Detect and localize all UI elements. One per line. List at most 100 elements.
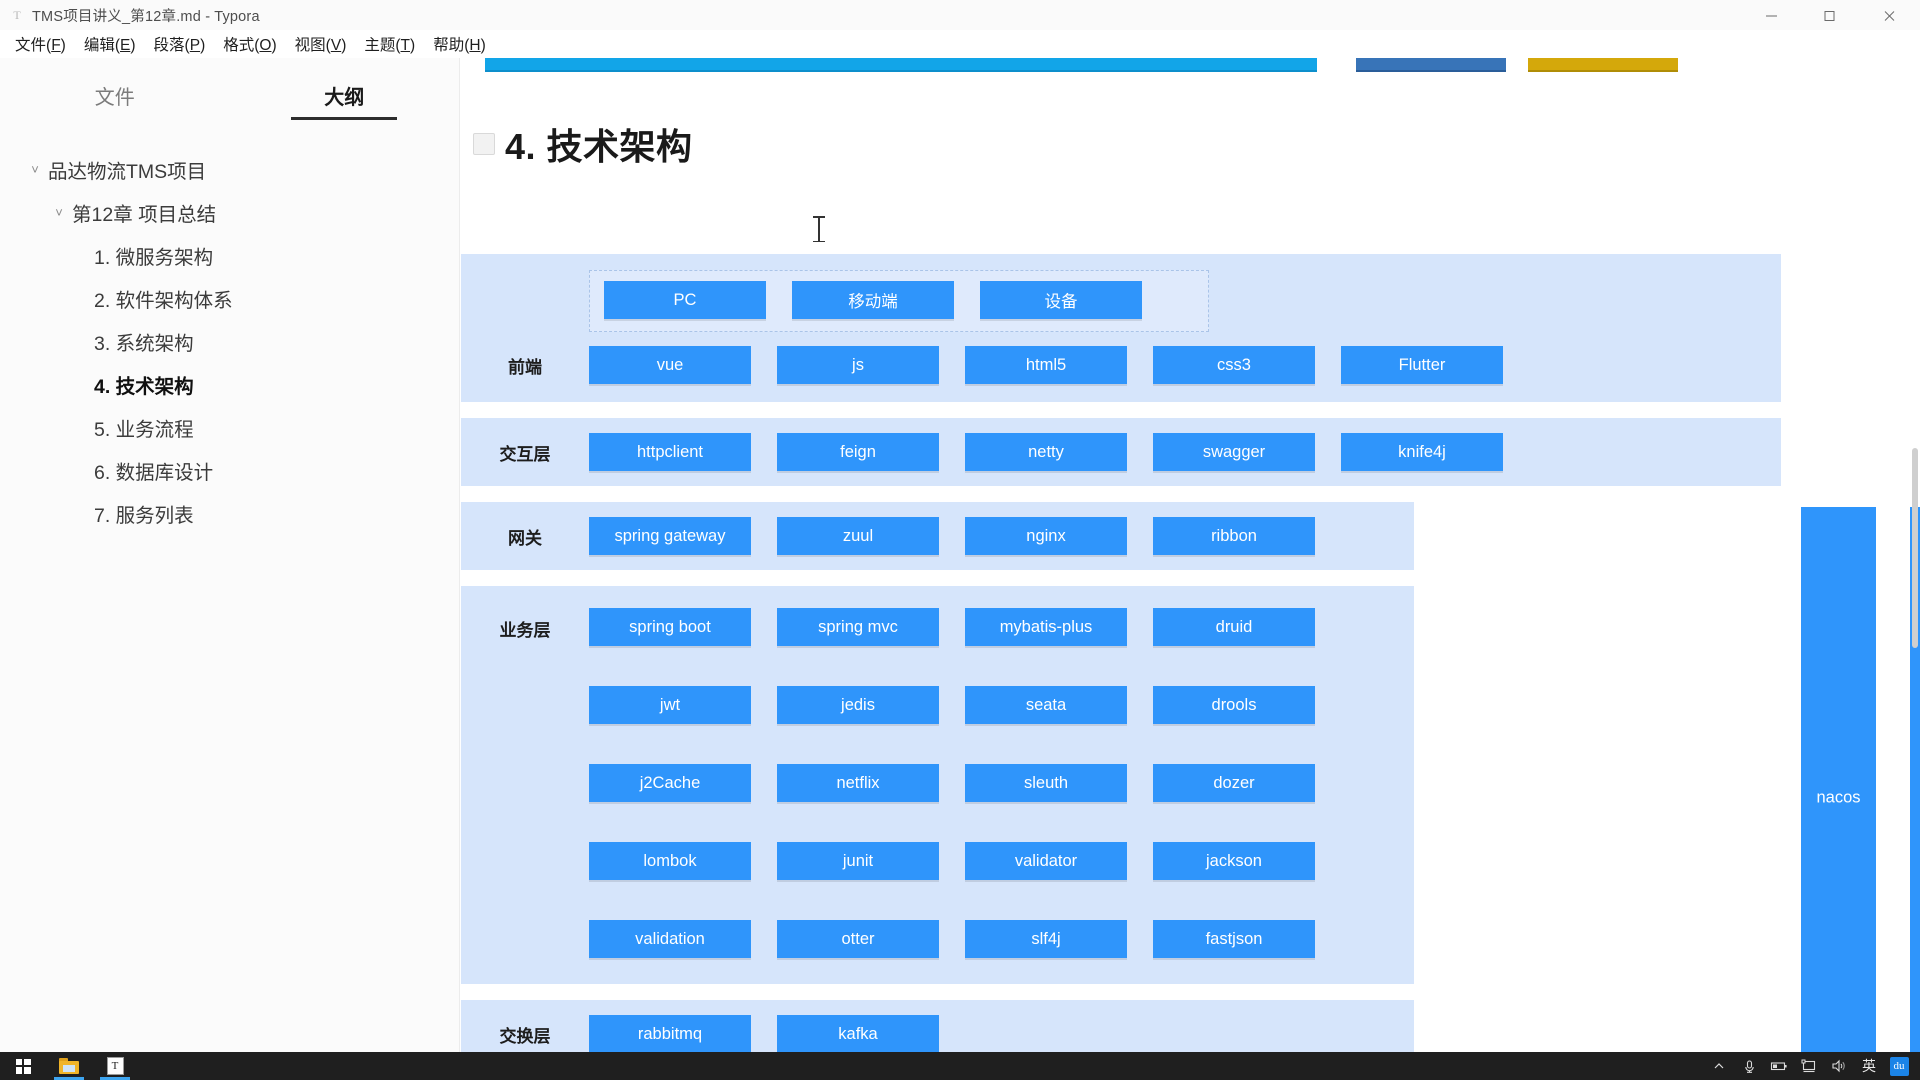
menu-file[interactable]: 文件(F) (6, 31, 75, 57)
minimize-button[interactable] (1742, 0, 1800, 30)
exchange-row: rabbitmq kafka (589, 1015, 1414, 1052)
maximize-button[interactable] (1800, 0, 1858, 30)
typora-icon: T (106, 1057, 124, 1075)
tech-cell-vue: vue (589, 346, 751, 384)
business-row: j2Cache netflix sleuth dozer (589, 764, 1414, 802)
sidebar: 文件 大纲 ˅ 品达物流TMS项目 ˅ 第12章 项目总结 1. 微服务架构 2… (0, 58, 460, 1052)
vertical-scrollbar[interactable] (1910, 58, 1920, 1052)
taskbar-file-explorer[interactable] (46, 1052, 92, 1080)
outline-item-label: 5. 业务流程 (94, 419, 194, 441)
display-icon[interactable] (1794, 1052, 1824, 1080)
menu-help-label: 帮助 (433, 37, 465, 54)
ime-language-indicator[interactable]: 英 (1854, 1052, 1884, 1080)
prev-diagram-blue-bar (1356, 58, 1506, 72)
baidu-ime-icon[interactable]: du (1884, 1052, 1914, 1080)
tech-cell-j2cache: j2Cache (589, 764, 751, 802)
client-group: PC 移动端 设备 (589, 270, 1209, 332)
interaction-row: httpclient feign netty swagger knife4j (589, 433, 1781, 471)
menu-paragraph[interactable]: 段落(P) (145, 31, 215, 57)
band-label-exchange: 交换层 (499, 1026, 551, 1046)
menu-theme[interactable]: 主题(T) (355, 31, 424, 57)
outline-item-chapter12[interactable]: ˅ 第12章 项目总结 (0, 191, 459, 234)
band-label-gateway: 网关 (508, 528, 542, 548)
tech-cell-spring-gateway: spring gateway (589, 517, 751, 555)
baidu-ime-badge: du (1889, 1056, 1909, 1076)
outline-item-label: 1. 微服务架构 (94, 247, 214, 269)
outline-item-label: 4. 技术架构 (94, 376, 194, 398)
tab-files[interactable]: 文件 (0, 58, 230, 120)
show-hidden-icons-chevron-icon[interactable] (1704, 1052, 1734, 1080)
outline-item-project[interactable]: ˅ 品达物流TMS项目 (0, 148, 459, 191)
tech-cell-rabbitmq: rabbitmq (589, 1015, 751, 1052)
tech-cell-device: 设备 (980, 281, 1142, 319)
outline-item-4[interactable]: 4. 技术架构 (0, 363, 459, 406)
close-button[interactable] (1858, 0, 1920, 30)
start-button[interactable] (0, 1052, 46, 1080)
taskbar-typora[interactable]: T (92, 1052, 138, 1080)
microphone-icon[interactable] (1734, 1052, 1764, 1080)
tech-cell-druid: druid (1153, 608, 1315, 646)
chevron-down-icon[interactable]: ˅ (26, 163, 44, 176)
tech-cell-spring-boot: spring boot (589, 608, 751, 646)
outline-item-2[interactable]: 2. 软件架构体系 (0, 277, 459, 320)
heading-row: 4. 技术架构 (461, 118, 693, 170)
outline-item-label: 第12章 项目总结 (72, 204, 217, 226)
outline-item-label: 品达物流TMS项目 (48, 161, 207, 183)
typora-app-icon: T (13, 8, 21, 22)
menu-format[interactable]: 格式(O) (214, 31, 285, 57)
outline-item-7[interactable]: 7. 服务列表 (0, 492, 459, 535)
pillar-nacos: nacos (1801, 507, 1876, 1052)
band-gateway: 网关 spring gateway zuul nginx ribbon (461, 502, 1414, 570)
battery-icon[interactable] (1764, 1052, 1794, 1080)
tech-cell-validation: validation (589, 920, 751, 958)
page-title: 4. 技术架构 (505, 126, 693, 167)
tech-cell-netflix: netflix (777, 764, 939, 802)
tech-cell-pc: PC (604, 281, 766, 319)
menu-view[interactable]: 视图(V) (286, 31, 356, 57)
taskbar-left: T (0, 1052, 138, 1080)
chevron-down-icon[interactable]: ˅ (50, 206, 68, 219)
tech-cell-nginx: nginx (965, 517, 1127, 555)
menu-view-mnemonic: V (330, 37, 342, 54)
menu-bar: 文件(F) 编辑(E) 段落(P) 格式(O) 视图(V) 主题(T) 帮助(H… (0, 30, 1920, 58)
band-exchange: 交换层 rabbitmq kafka (461, 1000, 1414, 1052)
volume-icon[interactable] (1824, 1052, 1854, 1080)
outline-item-label: 7. 服务列表 (94, 505, 194, 527)
tech-cell-empty (965, 1015, 1127, 1052)
window-controls (1742, 0, 1920, 30)
menu-file-label: 文件 (15, 37, 47, 54)
business-row: spring boot spring mvc mybatis-plus drui… (589, 608, 1414, 646)
vertical-pillars: nacos log (1801, 507, 1920, 1052)
interaction-grid: httpclient feign netty swagger knife4j (589, 433, 1781, 471)
band-business: 业务层 spring boot spring mvc mybatis-plus … (461, 586, 1414, 984)
menu-help[interactable]: 帮助(H) (424, 31, 495, 57)
outline-item-6[interactable]: 6. 数据库设计 (0, 449, 459, 492)
tech-cell-ribbon: ribbon (1153, 517, 1315, 555)
frontend-row: 前端 vue js html5 css3 Flutter (461, 346, 1781, 384)
menu-edit-label: 编辑 (83, 37, 115, 54)
file-explorer-icon (59, 1058, 79, 1074)
tab-outline[interactable]: 大纲 (230, 58, 460, 120)
outline-item-3[interactable]: 3. 系统架构 (0, 320, 459, 363)
tech-cell-empty (1153, 1015, 1315, 1052)
taskbar: T 英 du (0, 1052, 1920, 1080)
outline-item-1[interactable]: 1. 微服务架构 (0, 234, 459, 277)
business-row: jwt jedis seata drools (589, 686, 1414, 724)
tech-cell-seata: seata (965, 686, 1127, 724)
scrollbar-thumb[interactable] (1912, 448, 1918, 648)
outline-item-label: 6. 数据库设计 (94, 462, 214, 484)
tech-cell-zuul: zuul (777, 517, 939, 555)
tech-cell-swagger: swagger (1153, 433, 1315, 471)
band-label-frontend: 前端 (508, 357, 542, 377)
outline-tree: ˅ 品达物流TMS项目 ˅ 第12章 项目总结 1. 微服务架构 2. 软件架构… (0, 120, 459, 535)
tech-cell-lombok: lombok (589, 842, 751, 880)
tech-cell-dozer: dozer (1153, 764, 1315, 802)
menu-paragraph-label: 段落 (153, 37, 185, 54)
system-tray: 英 du (1704, 1052, 1920, 1080)
outline-item-5[interactable]: 5. 业务流程 (0, 406, 459, 449)
exchange-grid: rabbitmq kafka (589, 1015, 1414, 1052)
tech-cell-fastjson: fastjson (1153, 920, 1315, 958)
menu-edit[interactable]: 编辑(E) (75, 31, 145, 57)
business-row: validation otter slf4j fastjson (589, 920, 1414, 958)
editor-pane[interactable]: 4. 技术架构 PC 移动端 设备 前端 vue js html5 css3 F… (461, 58, 1920, 1052)
